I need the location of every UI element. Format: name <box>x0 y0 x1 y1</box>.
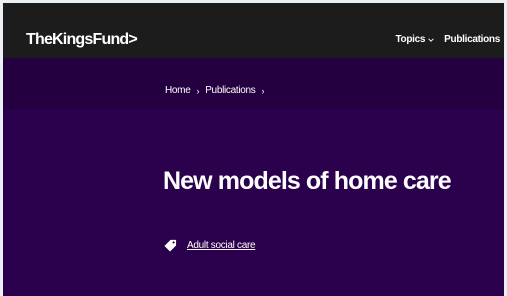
site-logo[interactable]: TheKingsFund> <box>26 31 138 49</box>
nav-item-publications-label: Publications <box>444 34 500 45</box>
breadcrumb: Home › Publications › <box>165 85 264 96</box>
hero-section: New models of home care Adult social car… <box>3 109 504 296</box>
tag-link-adult-social-care[interactable]: Adult social care <box>187 240 256 251</box>
nav-item-topics-label: Topics <box>395 34 426 45</box>
breadcrumb-home[interactable]: Home <box>165 85 191 96</box>
chevron-down-icon <box>428 37 434 42</box>
breadcrumb-separator: › <box>196 85 200 96</box>
site-header: TheKingsFund> Topics Publications <box>3 3 504 58</box>
page: TheKingsFund> Topics Publications Home ›… <box>0 0 507 296</box>
breadcrumb-bar: Home › Publications › <box>3 58 504 109</box>
main-nav: Topics Publications <box>395 34 500 45</box>
page-title: New models of home care <box>163 167 452 195</box>
nav-item-publications[interactable]: Publications <box>444 34 500 45</box>
topic-tag: Adult social care <box>164 239 256 252</box>
breadcrumb-publications[interactable]: Publications <box>205 85 256 96</box>
breadcrumb-separator: › <box>261 85 265 96</box>
nav-item-topics[interactable]: Topics <box>395 34 434 45</box>
tag-icon <box>164 239 177 252</box>
